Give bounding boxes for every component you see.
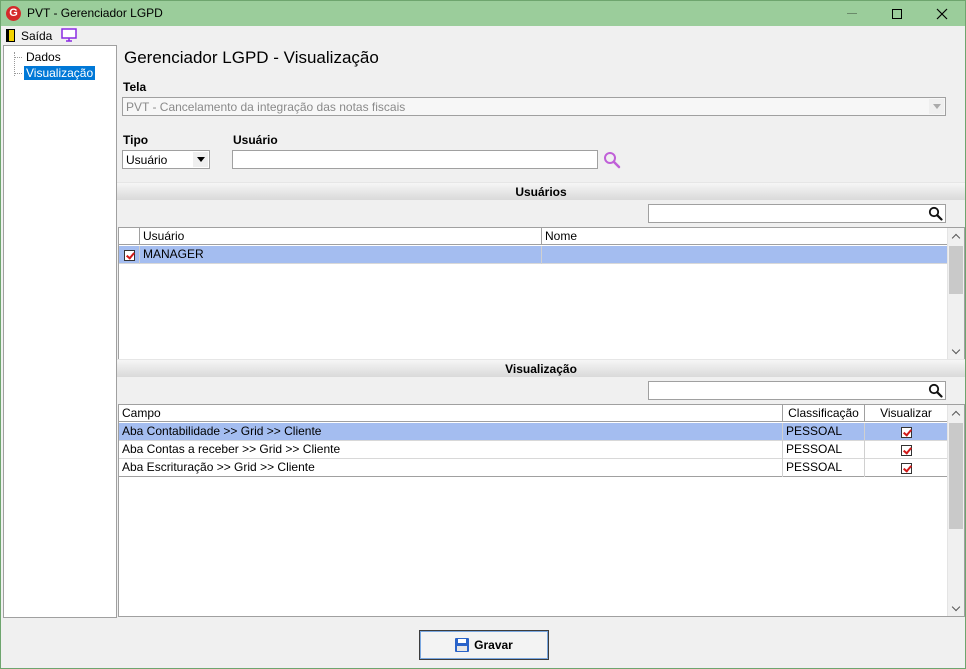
scroll-up-icon[interactable] [948,228,964,244]
grid-header-visualizar[interactable]: Visualizar [865,405,948,422]
tela-select[interactable]: PVT - Cancelamento da integração das not… [122,97,946,116]
tipo-label: Tipo [123,133,149,147]
checkbox-checked-icon[interactable] [123,249,135,261]
app-window: G PVT - Gerenciador LGPD Saída Dados Vis… [0,0,966,669]
cell-visualizar[interactable] [865,459,948,477]
visualizacao-section-header: Visualização [117,359,965,377]
usuario-label: Usuário [233,133,278,147]
usuarios-grid-header: Usuário Nome [119,228,948,245]
save-button-label: Gravar [474,638,513,652]
table-row[interactable]: MANAGER [119,246,948,264]
visualizacao-grid: Campo Classificação Visualizar Aba Conta… [118,404,965,617]
visualizacao-scrollbar[interactable] [947,405,964,616]
usuarios-search-input[interactable] [648,204,946,223]
floppy-disk-icon [455,638,470,652]
close-icon [936,8,948,19]
cell-visualizar[interactable] [865,423,948,441]
cell-campo: Aba Escrituração >> Grid >> Cliente [119,459,783,477]
grid-header-nome[interactable]: Nome [542,228,948,245]
scroll-up-icon[interactable] [948,405,964,421]
table-row[interactable]: Aba Contabilidade >> Grid >> Cliente PES… [119,423,948,441]
row-select-cell[interactable] [119,246,140,264]
search-icon[interactable] [928,206,943,221]
table-row[interactable]: Aba Contas a receber >> Grid >> Cliente … [119,441,948,459]
maximize-icon [892,8,902,19]
cell-classificacao: PESSOAL [783,459,865,477]
usuarios-grid: Usuário Nome MANAGER [118,227,965,360]
app-logo-icon: G [6,6,21,21]
scroll-down-icon[interactable] [948,600,964,616]
tree-item-dados[interactable]: Dados [14,50,63,65]
exit-door-icon[interactable] [6,29,15,42]
checkbox-checked-icon[interactable] [900,444,912,456]
tela-select-value: PVT - Cancelamento da integração das not… [126,100,406,114]
grid-header-select [119,228,140,245]
cell-classificacao: PESSOAL [783,441,865,459]
window-title: PVT - Gerenciador LGPD [27,6,163,20]
usuario-search-icon[interactable] [603,151,621,169]
title-bar[interactable]: G PVT - Gerenciador LGPD [1,1,965,26]
tree-item-visualizacao[interactable]: Visualização [14,66,96,81]
cell-campo: Aba Contabilidade >> Grid >> Cliente [119,423,783,441]
scroll-thumb[interactable] [949,246,963,294]
cell-visualizar[interactable] [865,441,948,459]
monitor-icon[interactable] [61,28,77,42]
minimize-button[interactable] [829,1,875,26]
usuarios-scrollbar[interactable] [947,228,964,359]
grid-header-classificacao[interactable]: Classificação [783,405,865,422]
exit-button[interactable]: Saída [21,29,52,43]
scroll-down-icon[interactable] [948,343,964,359]
chevron-down-icon[interactable] [193,152,208,167]
usuarios-section-header: Usuários [117,182,965,200]
table-row[interactable]: Aba Escrituração >> Grid >> Cliente PESS… [119,459,948,477]
search-icon[interactable] [928,383,943,398]
save-button[interactable]: Gravar [419,630,549,660]
tree-item-label: Visualização [24,66,96,80]
visualizacao-search-input[interactable] [648,381,946,400]
tipo-select-value: Usuário [126,153,168,167]
usuario-input[interactable] [232,150,598,169]
toolbar: Saída [1,26,965,45]
checkbox-checked-icon[interactable] [900,462,912,474]
visualizacao-grid-header: Campo Classificação Visualizar [119,405,948,422]
close-button[interactable] [919,1,965,26]
tipo-select[interactable]: Usuário [122,150,210,169]
tela-label: Tela [123,80,147,94]
tree-item-label: Dados [26,50,61,64]
cell-usuario: MANAGER [140,246,542,264]
cell-campo: Aba Contas a receber >> Grid >> Cliente [119,441,783,459]
cell-nome [542,246,948,264]
scroll-thumb[interactable] [949,423,963,529]
cell-classificacao: PESSOAL [783,423,865,441]
grid-header-campo[interactable]: Campo [119,405,783,422]
grid-header-usuario[interactable]: Usuário [140,228,542,245]
page-title: Gerenciador LGPD - Visualização [124,48,379,67]
chevron-down-icon[interactable] [929,99,944,114]
maximize-button[interactable] [874,1,920,26]
minimize-icon [847,13,857,14]
navigation-tree: Dados Visualização [3,45,117,618]
checkbox-checked-icon[interactable] [900,426,912,438]
